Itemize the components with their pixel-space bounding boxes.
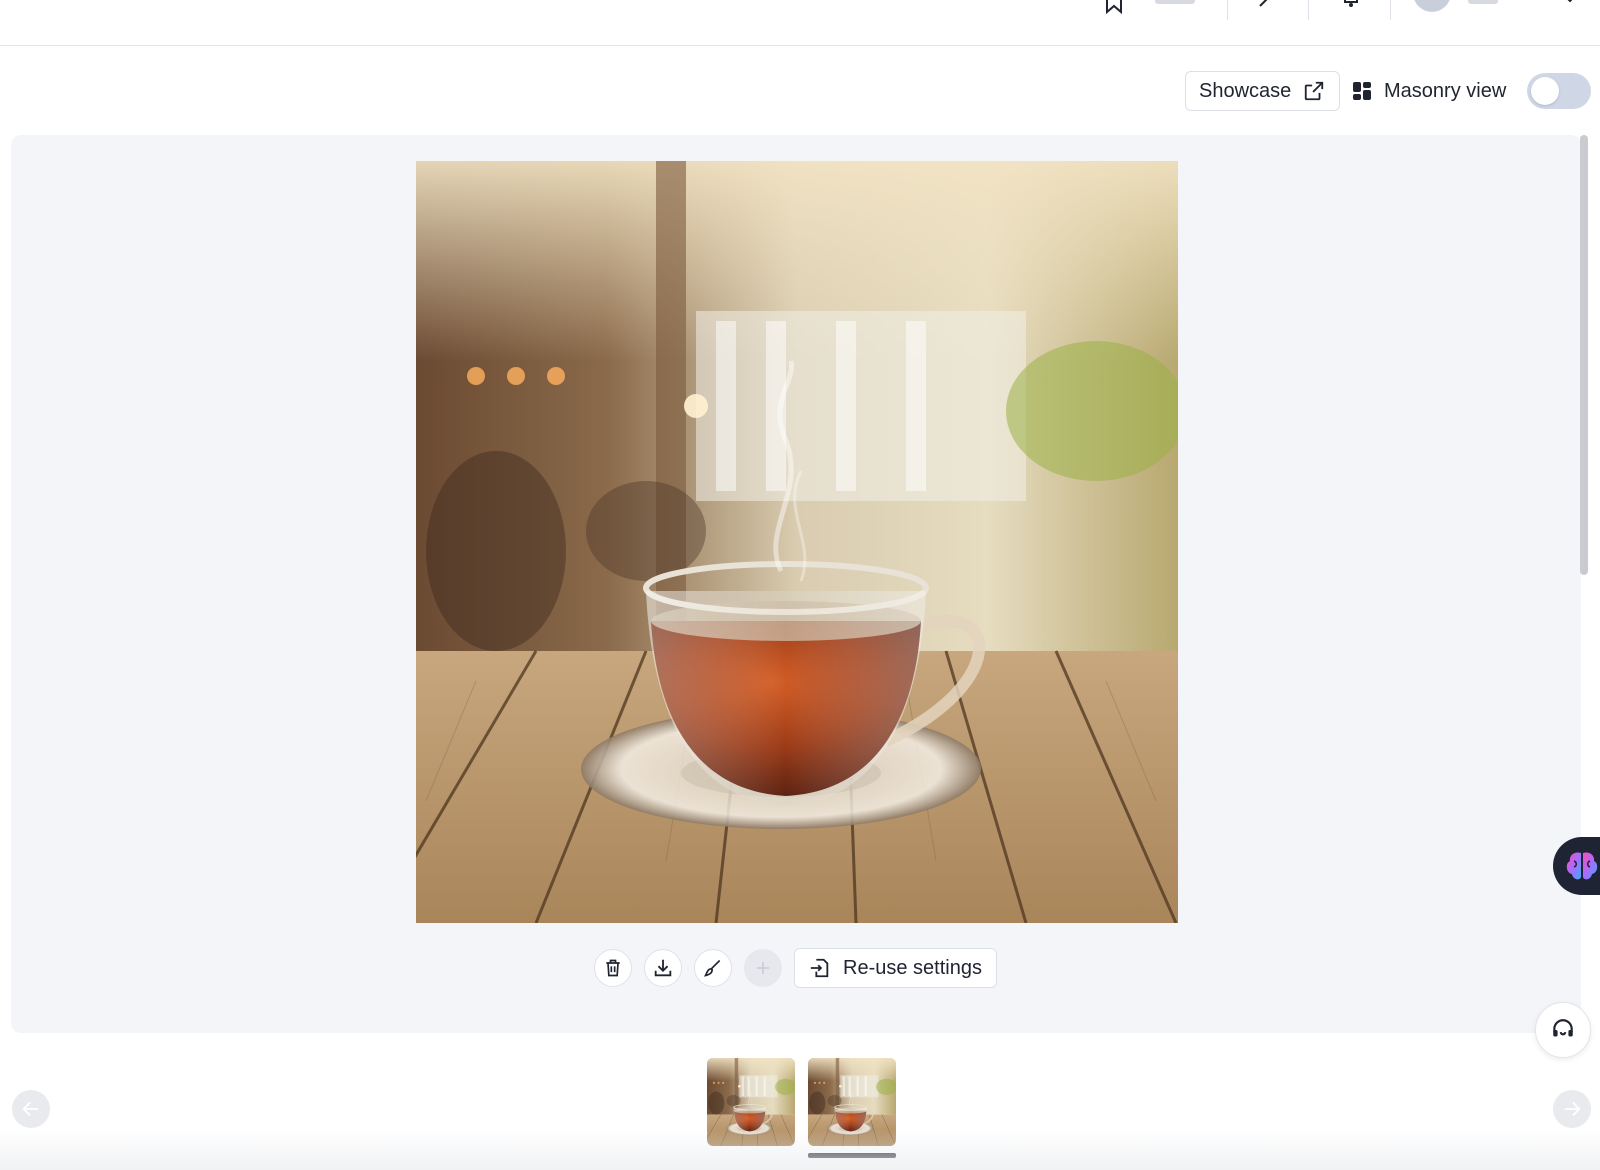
reuse-settings-button[interactable]: Re-use settings — [794, 948, 997, 988]
header-divider — [1390, 0, 1391, 20]
reuse-settings-label: Re-use settings — [843, 956, 982, 979]
edit-button[interactable] — [694, 949, 732, 987]
trash-icon — [606, 959, 620, 977]
bookmark-icon[interactable] — [1103, 0, 1125, 14]
thumbnail-2[interactable] — [808, 1058, 896, 1146]
reuse-settings-icon — [810, 958, 829, 978]
masonry-view-toggle[interactable] — [1527, 73, 1591, 109]
plus-icon — [757, 962, 769, 974]
bottom-fade — [0, 1130, 1600, 1170]
toggle-knob — [1531, 77, 1559, 105]
arrow-right-icon — [1564, 1101, 1581, 1117]
header-label-fragment — [1468, 0, 1498, 4]
brush-icon — [703, 959, 721, 977]
add-button[interactable] — [744, 949, 782, 987]
external-link-icon — [1305, 81, 1324, 101]
user-avatar[interactable] — [1413, 0, 1451, 12]
brain-icon — [1566, 852, 1598, 880]
image-actions: Re-use settings — [594, 948, 997, 988]
headset-icon — [1553, 1019, 1573, 1037]
top-header — [0, 0, 1600, 46]
masonry-grid-icon — [1353, 82, 1371, 100]
arrow-left-icon — [22, 1101, 39, 1117]
thumbnail-selected-indicator — [808, 1153, 896, 1158]
showcase-button[interactable]: Showcase — [1185, 71, 1340, 111]
wand-icon[interactable] — [1256, 0, 1282, 10]
previous-image-button[interactable] — [12, 1090, 50, 1128]
scrollbar[interactable] — [1580, 135, 1588, 575]
thumbnail-1[interactable] — [707, 1058, 795, 1146]
showcase-label: Showcase — [1199, 79, 1292, 102]
main-image-tea-cup[interactable] — [416, 161, 1178, 923]
masonry-view-label: Masonry view — [1384, 79, 1507, 102]
chevron-down-icon[interactable] — [1560, 0, 1580, 8]
bell-icon[interactable] — [1340, 0, 1362, 8]
download-icon — [654, 959, 672, 977]
masonry-view-control: Masonry view — [1352, 71, 1506, 111]
next-image-button[interactable] — [1553, 1090, 1591, 1128]
header-label-fragment — [1155, 0, 1195, 4]
support-button[interactable] — [1535, 1002, 1591, 1058]
header-divider — [1227, 0, 1228, 20]
download-button[interactable] — [644, 949, 682, 987]
header-divider — [1308, 0, 1309, 20]
delete-button[interactable] — [594, 949, 632, 987]
